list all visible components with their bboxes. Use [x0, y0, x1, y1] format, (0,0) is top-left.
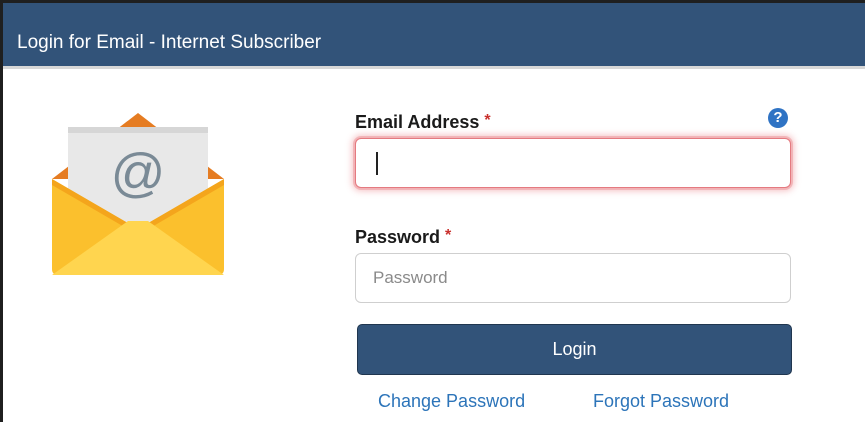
login-window: Login for Email - Internet Subscriber @ …: [0, 0, 865, 422]
svg-text:@: @: [111, 143, 166, 203]
email-label: Email Address *: [355, 112, 491, 132]
text-caret: [376, 152, 378, 175]
required-mark: *: [445, 227, 452, 244]
forgot-password-link[interactable]: Forgot Password: [593, 391, 729, 412]
login-button[interactable]: Login: [357, 324, 792, 375]
password-label: Password *: [355, 227, 452, 247]
question-circle-icon[interactable]: ?: [768, 108, 788, 128]
password-input[interactable]: [355, 253, 791, 303]
page-header: Login for Email - Internet Subscriber: [3, 3, 865, 69]
email-input[interactable]: [355, 138, 791, 188]
page-title: Login for Email - Internet Subscriber: [17, 32, 322, 53]
required-mark: *: [484, 112, 491, 129]
change-password-link[interactable]: Change Password: [378, 391, 525, 412]
email-envelope-icon: @: [52, 113, 224, 275]
